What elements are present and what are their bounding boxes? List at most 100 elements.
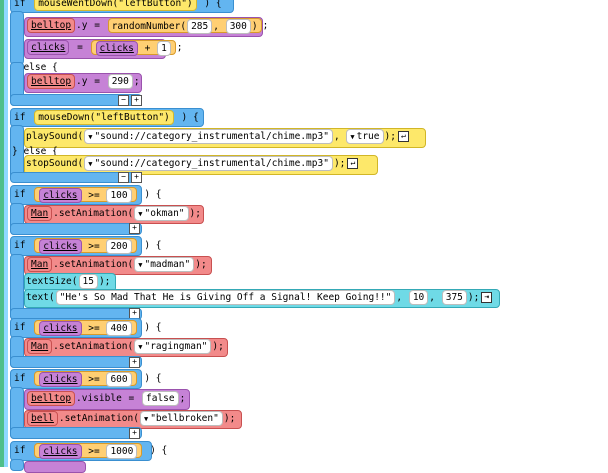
arg-string: "okman" [144, 208, 185, 219]
fn-name: textSize [26, 276, 72, 287]
arg-string: "sound://category_instrumental/chime.mp3… [94, 131, 329, 142]
num-literal[interactable]: 290 [107, 74, 133, 89]
compare-expression[interactable]: clicks >= 100 [34, 187, 137, 203]
dropdown-arrow-icon: ▼ [138, 343, 143, 351]
if-block-body-rail-7 [10, 459, 24, 471]
arg-string: "bellbroken" [150, 413, 219, 424]
assign-belltop-visible-line: belltop .visible = false; [26, 391, 185, 407]
fn-name: mouseWentDown [38, 0, 113, 9]
text-line: text("He's So Mad That He is Giving Off … [26, 290, 493, 306]
anim-dropdown[interactable]: ▼ "ragingman" [134, 339, 212, 354]
num-literal[interactable]: 600 [106, 372, 132, 387]
plus-op: + [144, 43, 151, 54]
brace: ) { [144, 373, 162, 384]
if-mousedown-line: if mouseDown("leftButton") ) { [12, 110, 200, 126]
dropdown-arrow-icon: ▼ [350, 133, 355, 141]
block-add-control-5[interactable]: + [129, 357, 140, 368]
plus-icon[interactable]: + [131, 172, 142, 183]
code-workspace[interactable]: if mouseWentDown("leftButton") ) { bellt… [8, 0, 608, 473]
bool-literal[interactable]: false [142, 391, 179, 406]
bell-sprite[interactable]: bell [27, 411, 58, 426]
belltop-sprite[interactable]: belltop [27, 74, 76, 89]
block-add-control-3[interactable]: + [129, 223, 140, 234]
num-literal[interactable]: 400 [106, 321, 132, 336]
minus-icon[interactable]: − [118, 95, 129, 106]
clicks-var[interactable]: clicks [39, 372, 82, 387]
fn-name: randomNumber [111, 21, 181, 32]
set-animation-okman-line: Man .setAnimation(▼ "okman"); [26, 206, 201, 222]
clicks-var[interactable]: clicks [39, 239, 82, 254]
operator: = [94, 20, 100, 31]
arg-string: "madman" [144, 259, 191, 270]
randomnumber-call[interactable]: randomNumber(285, 300) [107, 18, 262, 34]
sound-dropdown[interactable]: ▼ "sound://category_instrumental/chime.mp… [84, 156, 333, 171]
playsound-line: playSound(▼ "sound://category_instrumenta… [26, 129, 409, 145]
prop-y: .y [76, 20, 88, 31]
belltop-sprite[interactable]: belltop [27, 18, 76, 33]
man-sprite[interactable]: Man [27, 339, 53, 354]
brace: ) { [144, 240, 162, 251]
if-keyword: if [14, 112, 26, 123]
bool-dropdown[interactable]: ▼ true [346, 129, 384, 144]
clicks-var[interactable]: clicks [39, 321, 82, 336]
clicks-var[interactable]: clicks [39, 188, 82, 203]
anim-dropdown[interactable]: ▼ "okman" [134, 206, 189, 221]
plus-icon[interactable]: + [129, 428, 140, 439]
plus-icon[interactable]: + [129, 357, 140, 368]
collapse-icon[interactable]: ↵ [397, 131, 409, 142]
clipped-block[interactable] [24, 461, 86, 473]
if-clicks-200-line: if clicks >= 200 ) { [12, 238, 163, 254]
compare-expression[interactable]: clicks >= 200 [34, 238, 137, 254]
collapse-icon[interactable]: ⇥ [481, 292, 493, 303]
clicks-var[interactable]: clicks [95, 41, 138, 56]
if-keyword: if [14, 322, 26, 333]
belltop-sprite[interactable]: belltop [27, 391, 76, 406]
clicks-var[interactable]: clicks [39, 444, 82, 459]
mousewentdown-call[interactable]: mouseWentDown("leftButton") [34, 0, 197, 11]
block-resize-controls-2[interactable]: − + [118, 172, 142, 183]
mousedown-call[interactable]: mouseDown("leftButton") [34, 110, 174, 125]
compare-expression[interactable]: clicks >= 1000 [34, 443, 143, 459]
arg-max[interactable]: 300 [225, 19, 251, 34]
if-block-footer-3 [10, 223, 142, 235]
anim-dropdown[interactable]: ▼ "bellbroken" [139, 411, 223, 426]
num-literal[interactable]: 15 [78, 274, 98, 289]
brace: ) { [181, 112, 199, 123]
brace: ) { [204, 0, 222, 9]
dropdown-arrow-icon: ▼ [143, 415, 149, 423]
if-block-body-rail [10, 11, 24, 65]
arg-y[interactable]: 375 [441, 290, 467, 305]
plus-icon[interactable]: + [131, 95, 142, 106]
arg-string[interactable]: "He's So Mad That He is Giving Off a Sig… [55, 290, 396, 305]
operator: = [94, 76, 100, 87]
collapse-icon[interactable]: ↵ [347, 158, 359, 169]
anim-dropdown[interactable]: ▼ "madman" [134, 257, 195, 272]
add-expression[interactable]: clicks + 1 [90, 40, 176, 56]
num-literal[interactable]: 200 [106, 239, 132, 254]
if-keyword: if [14, 373, 26, 384]
compare-expression[interactable]: clicks >= 400 [34, 320, 137, 336]
if-clicks-100-line: if clicks >= 100 ) { [12, 187, 163, 203]
num-literal[interactable]: 100 [106, 188, 132, 203]
block-add-control-4[interactable]: + [129, 308, 140, 319]
man-sprite[interactable]: Man [27, 206, 53, 221]
arg-x[interactable]: 10 [408, 290, 429, 305]
num-literal[interactable]: 1 [157, 41, 171, 56]
block-add-control-6[interactable]: + [129, 428, 140, 439]
clicks-var[interactable]: clicks [27, 40, 70, 55]
minus-icon[interactable]: − [118, 172, 129, 183]
fn-name: .setAnimation [53, 259, 128, 270]
plus-icon[interactable]: + [129, 223, 140, 234]
set-animation-bellbroken-line: bell .setAnimation(▼ "bellbroken"); [26, 411, 235, 427]
num-literal[interactable]: 1000 [106, 444, 138, 459]
man-sprite[interactable]: Man [27, 257, 53, 272]
sound-dropdown[interactable]: ▼ "sound://category_instrumental/chime.mp… [84, 129, 333, 144]
compare-expression[interactable]: clicks >= 600 [34, 371, 137, 387]
set-animation-madman-line: Man .setAnimation(▼ "madman"); [26, 257, 207, 273]
if-clicks-600-line: if clicks >= 600 ) { [12, 371, 163, 387]
operator: >= [88, 323, 100, 334]
block-resize-controls-1[interactable]: − + [118, 95, 142, 106]
if-clicks-1000-line: if clicks >= 1000 ) { [12, 443, 168, 459]
arg-min[interactable]: 285 [187, 19, 213, 34]
fn-name: .setAnimation [53, 208, 128, 219]
